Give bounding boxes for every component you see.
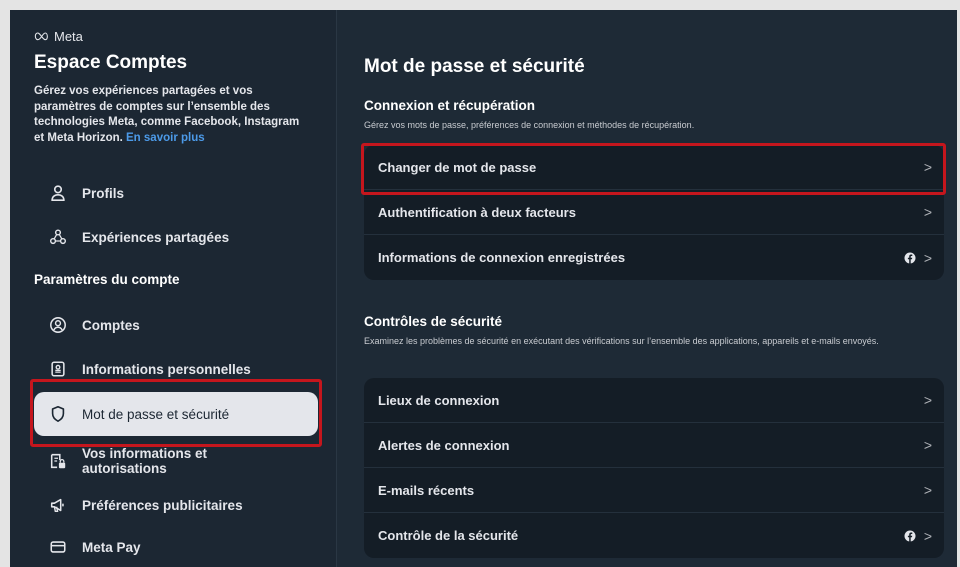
sidebar-item-label: Expériences partagées	[82, 229, 230, 245]
row-label: Contrôle de la sécurité	[378, 528, 519, 543]
row-label: Changer de mot de passe	[378, 159, 537, 175]
sidebar: Meta Espace Comptes Gérez vos expérience…	[10, 10, 337, 567]
login-alerts-row[interactable]: Alertes de connexion >	[364, 423, 944, 468]
facebook-logo-icon	[904, 252, 916, 263]
shared-experiences-icon	[48, 227, 68, 247]
login-recovery-card: Changer de mot de passe > Authentificati…	[364, 145, 944, 280]
sidebar-item-label: Mot de passe et sécurité	[82, 406, 230, 422]
sidebar-title: Espace Comptes	[34, 52, 188, 73]
sidebar-item-label: Préférences publicitaires	[82, 497, 243, 513]
row-label: Lieux de connexion	[378, 392, 500, 408]
meta-infinity-icon	[34, 32, 48, 41]
sidebar-item-your-info-permissions[interactable]: Vos informations et autorisations	[34, 440, 318, 482]
chevron-right-icon: >	[923, 527, 932, 544]
sidebar-item-accounts[interactable]: Comptes	[34, 304, 318, 346]
security-checks-card: Lieux de connexion > Alertes de connexio…	[364, 378, 944, 558]
info-lock-icon	[48, 451, 68, 471]
id-card-icon	[48, 359, 68, 379]
shield-icon	[48, 404, 68, 424]
sidebar-item-label: Meta Pay	[82, 539, 141, 555]
security-section-subtitle: Examinez les problèmes de sécurité en ex…	[364, 336, 879, 346]
saved-login-info-row[interactable]: Informations de connexion enregistrées >	[364, 235, 944, 280]
login-section-heading: Connexion et récupération	[364, 98, 536, 113]
sidebar-item-label: Vos informations et autorisations	[82, 446, 208, 476]
sidebar-description: Gérez vos expériences partagées et vos p…	[10, 84, 336, 146]
chevron-right-icon: >	[923, 482, 932, 498]
change-password-row[interactable]: Changer de mot de passe >	[364, 145, 944, 190]
account-settings-heading: Paramètres du compte	[34, 272, 180, 287]
row-label: Authentification à deux facteurs	[378, 204, 576, 220]
login-section-subtitle: Gérez vos mots de passe, préférences de …	[364, 120, 695, 130]
sidebar-item-shared-experiences[interactable]: Expériences partagées	[34, 216, 318, 258]
login-locations-row[interactable]: Lieux de connexion >	[364, 378, 944, 423]
sidebar-item-profiles[interactable]: Profils	[34, 172, 318, 214]
chevron-right-icon: >	[923, 249, 932, 266]
page-title: Mot de passe et sécurité	[364, 56, 585, 77]
row-label: E-mails récents	[378, 482, 475, 498]
sidebar-item-label: Comptes	[82, 317, 140, 333]
facebook-logo-icon	[904, 530, 916, 541]
main-panel: Mot de passe et sécurité Connexion et ré…	[337, 10, 957, 567]
chevron-right-icon: >	[923, 392, 932, 408]
sidebar-item-password-security[interactable]: Mot de passe et sécurité	[34, 392, 318, 436]
sidebar-item-label: Profils	[82, 185, 125, 201]
person-icon	[48, 183, 68, 203]
sidebar-item-ad-preferences[interactable]: Préférences publicitaires	[34, 484, 318, 526]
row-label: Informations de connexion enregistrées	[378, 250, 626, 265]
security-section-heading: Contrôles de sécurité	[364, 314, 503, 329]
chevron-right-icon: >	[923, 204, 932, 220]
brand-name: Meta	[54, 28, 83, 44]
sidebar-item-meta-pay[interactable]: Meta Pay	[34, 526, 318, 567]
learn-more-link[interactable]: En savoir plus	[126, 132, 205, 144]
meta-logo: Meta	[10, 28, 336, 44]
recent-emails-row[interactable]: E-mails récents >	[364, 468, 944, 513]
chevron-right-icon: >	[923, 437, 932, 453]
security-checkup-row[interactable]: Contrôle de la sécurité >	[364, 513, 944, 558]
accounts-center-window: Meta Espace Comptes Gérez vos expérience…	[10, 10, 957, 567]
chevron-right-icon: >	[923, 159, 932, 175]
row-label: Alertes de connexion	[378, 437, 510, 453]
megaphone-icon	[48, 495, 68, 515]
two-factor-auth-row[interactable]: Authentification à deux facteurs >	[364, 190, 944, 235]
sidebar-item-personal-info[interactable]: Informations personnelles	[34, 348, 318, 390]
account-circle-icon	[48, 315, 68, 335]
card-icon	[48, 537, 68, 557]
sidebar-item-label: Informations personnelles	[82, 361, 251, 377]
